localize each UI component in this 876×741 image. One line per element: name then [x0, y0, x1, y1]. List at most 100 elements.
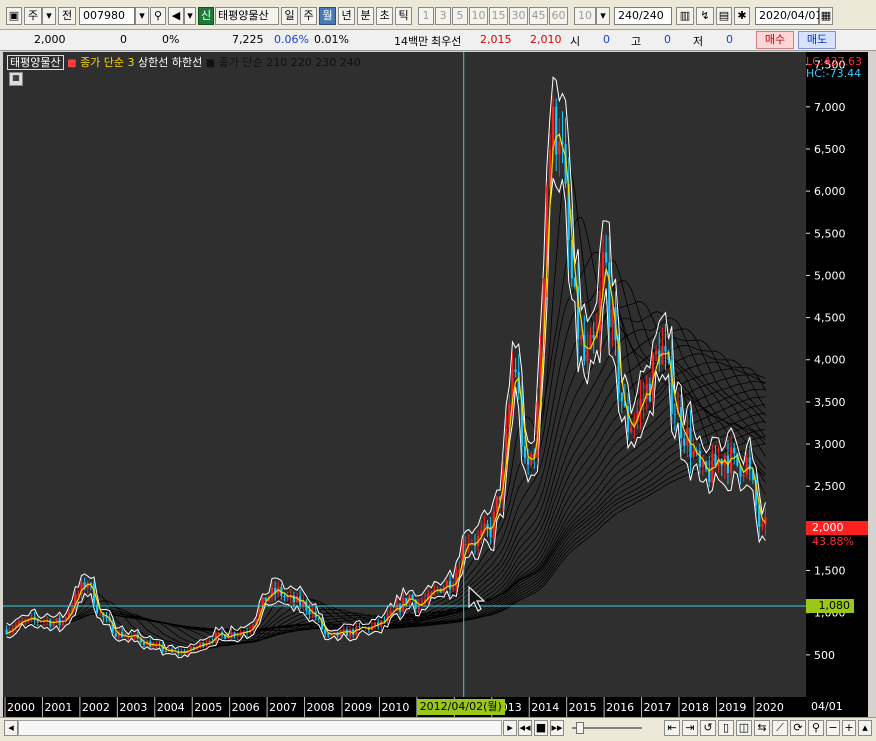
candle-body [514, 369, 517, 372]
y-tick-label-11: 6,000 [814, 185, 846, 198]
candle-6 [24, 618, 27, 627]
sync-icon[interactable]: ⟳ [790, 720, 806, 736]
y-tick-label-7: 4,000 [814, 354, 846, 367]
x-tick-label-9: 2009 [344, 701, 372, 714]
period-tab-2[interactable]: 월 [319, 7, 336, 25]
y-tick-label-5: 3,000 [814, 438, 846, 451]
legend-stock[interactable]: 태평양물산 [7, 55, 64, 70]
interval-button-4[interactable]: 15 [489, 7, 508, 25]
candle-type-icon[interactable]: ▥ [676, 7, 694, 25]
price-chart[interactable]: 태평양물산 ■ 종가 단순 3 상한선 하한선 ■ 종가 단순 210 220 … [3, 52, 806, 697]
count-field[interactable]: 240/240 [614, 7, 672, 25]
candle-body [527, 458, 530, 465]
candle-body [345, 629, 349, 637]
speaker-dropdown-icon[interactable]: ▾ [184, 7, 196, 25]
buy-button[interactable]: 매수 [756, 31, 794, 49]
ma-line-1 [6, 216, 766, 651]
candle-51 [164, 650, 167, 653]
period-tab-0[interactable]: 일 [281, 7, 298, 25]
fast-forward-icon[interactable]: ▸▸ [550, 720, 564, 736]
change-value: 0 [120, 33, 127, 46]
interval-button-5[interactable]: 30 [509, 7, 528, 25]
period-tab-1[interactable]: 주 [300, 7, 317, 25]
scroll-right-icon[interactable]: ▸ [503, 720, 517, 736]
best-quote-label: 최우선 [431, 35, 462, 48]
reset-icon[interactable]: ↺ [700, 720, 716, 736]
save-icon[interactable]: ▤ [716, 7, 732, 25]
sell-button[interactable]: 매도 [798, 31, 836, 49]
interval-button-7[interactable]: 60 [549, 7, 568, 25]
candle-body [683, 438, 686, 446]
candle-163 [514, 358, 517, 378]
y-tick-label-2: 1,500 [814, 565, 846, 578]
zoom-search-icon[interactable]: ⚲ [808, 720, 824, 736]
speed-slider[interactable] [572, 720, 642, 736]
legend-ma-group[interactable]: 종가 단순 210 220 230 240 [219, 56, 361, 69]
scroll-track[interactable] [18, 720, 502, 736]
search-icon[interactable]: ⚲ [150, 7, 166, 25]
trend-icon[interactable]: ⟋ [772, 720, 788, 736]
rewind-icon[interactable]: ◂◂ [518, 720, 532, 736]
legend-ma3[interactable]: 종가 단순 3 [80, 56, 134, 69]
candle-46 [149, 637, 152, 648]
code-dropdown-icon[interactable]: ▾ [135, 7, 149, 25]
speaker-icon[interactable]: ◀ [168, 7, 184, 25]
candle-8 [30, 613, 33, 623]
candle-74 [236, 632, 239, 641]
grid-menu-icon[interactable]: ▦ [9, 72, 23, 86]
ma-line-19 [6, 412, 766, 635]
collapse-icon[interactable]: ▴ [858, 720, 872, 736]
period-tab-5[interactable]: 초 [376, 7, 393, 25]
candle-body [698, 450, 701, 467]
candle-5 [21, 617, 24, 623]
bar-toggle-icon[interactable]: ▯ [718, 720, 734, 736]
indicator-icon[interactable]: ↯ [696, 7, 714, 25]
date-input[interactable]: 2020/04/01 [755, 7, 822, 25]
period-tab-6[interactable]: 틱 [395, 7, 412, 25]
interval-button-1[interactable]: 3 [435, 7, 451, 25]
credit-badge[interactable]: 신 [198, 7, 214, 25]
gear-icon[interactable]: ✱ [734, 7, 750, 25]
market-select[interactable]: 주 [24, 7, 42, 25]
legend-lower[interactable]: 하한선 [172, 56, 202, 69]
zoom-fit-icon[interactable]: ⇤ [664, 720, 680, 736]
zoom-in-icon[interactable]: + [842, 720, 856, 736]
ma-line-18 [6, 403, 766, 635]
interval-button-3[interactable]: 10 [469, 7, 488, 25]
interval-button-6[interactable]: 45 [529, 7, 548, 25]
candle-body [608, 262, 611, 328]
zoom-out-icon[interactable]: − [826, 720, 840, 736]
candle-body [358, 626, 361, 628]
period-tab-4[interactable]: 분 [357, 7, 374, 25]
ma-line-15 [6, 381, 766, 635]
interval-button-0[interactable]: 1 [418, 7, 434, 25]
period-tab-3[interactable]: 년 [338, 7, 355, 25]
volume-value: 7,225 [232, 33, 264, 46]
window-menu-icon[interactable]: ▣ [6, 7, 22, 25]
candle-37 [121, 628, 124, 639]
calendar-icon[interactable]: ▦ [819, 7, 833, 25]
stock-code-input[interactable]: 007980 [79, 7, 135, 25]
candle-body [620, 393, 623, 402]
compare-icon[interactable]: ⇆ [754, 720, 770, 736]
candle-body [733, 447, 736, 453]
candle-body [49, 619, 52, 626]
change-pct: 0% [162, 33, 180, 46]
chart-plot[interactable] [3, 52, 806, 697]
market-dropdown-icon[interactable]: ▾ [42, 7, 56, 25]
candle-body [580, 335, 583, 340]
split-icon[interactable]: ◫ [736, 720, 752, 736]
legend-marker-icon: ■ [67, 58, 77, 69]
legend-upper[interactable]: 상한선 [138, 56, 168, 69]
interval-dropdown-icon[interactable]: ▾ [596, 7, 610, 25]
interval-button-2[interactable]: 5 [452, 7, 468, 25]
candle-214 [673, 403, 676, 431]
candle-body [342, 629, 345, 631]
stop-icon[interactable]: ■ [534, 720, 548, 736]
interval-select[interactable]: 10 [574, 7, 596, 25]
prev-button[interactable]: 전 [58, 7, 76, 25]
x-tick-label-19: 2019 [718, 701, 746, 714]
zoom-range-icon[interactable]: ⇥ [682, 720, 698, 736]
crosshair-y-label: 1,080 [806, 598, 854, 613]
scroll-left-icon[interactable]: ◂ [4, 720, 18, 736]
